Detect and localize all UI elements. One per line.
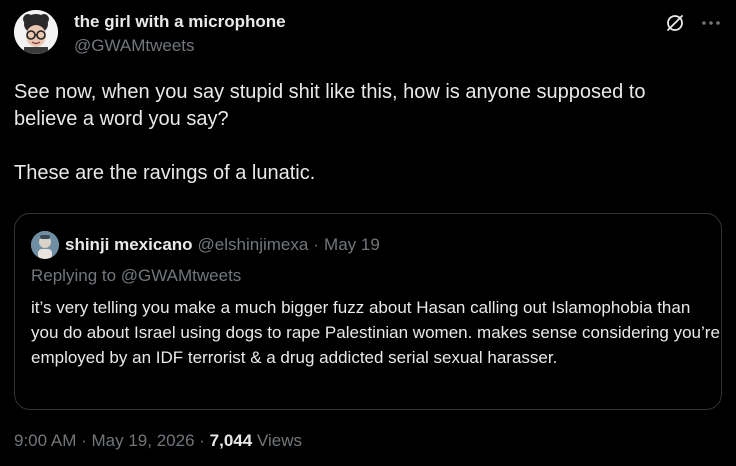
quoted-tweet[interactable]: shinji mexicano @elshinjimexa · May 19 R… bbox=[14, 213, 722, 410]
author-handle[interactable]: @GWAMtweets bbox=[74, 35, 286, 57]
quoted-avatar-image bbox=[31, 231, 59, 259]
quoted-avatar bbox=[31, 231, 59, 259]
quoted-date: May 19 bbox=[324, 235, 380, 254]
quoted-separator: · bbox=[313, 235, 320, 254]
tweet-paragraph: See now, when you say stupid shit like t… bbox=[14, 81, 646, 130]
author-avatar-image bbox=[14, 10, 58, 54]
grok-slash-icon[interactable] bbox=[664, 12, 686, 34]
tweet-paragraph: These are the ravings of a lunatic. bbox=[14, 162, 316, 184]
views-count: 7,044 bbox=[209, 431, 253, 450]
author-avatar[interactable] bbox=[14, 10, 58, 54]
tweet: the girl with a microphone @GWAMtweets S… bbox=[0, 0, 736, 466]
tweet-meta: 9:00 AM · May 19, 2026 · 7,044 Views bbox=[14, 431, 302, 451]
views-label: Views bbox=[256, 431, 302, 450]
tweet-date[interactable]: May 19, 2026 bbox=[92, 431, 195, 450]
quoted-header: shinji mexicano @elshinjimexa · May 19 bbox=[31, 231, 380, 259]
quoted-display-name: shinji mexicano bbox=[65, 235, 193, 254]
tweet-text: See now, when you say stupid shit like t… bbox=[14, 79, 714, 187]
meta-separator: · bbox=[81, 431, 87, 450]
author-block: the girl with a microphone @GWAMtweets bbox=[74, 11, 286, 57]
quoted-handle: @elshinjimexa bbox=[197, 235, 309, 254]
quoted-text: it’s very telling you make a much bigger… bbox=[31, 298, 720, 367]
quoted-replying-to: Replying to @GWAMtweets bbox=[31, 266, 242, 285]
tweet-time[interactable]: 9:00 AM bbox=[14, 431, 76, 450]
more-dots-icon[interactable] bbox=[700, 12, 722, 34]
meta-separator: · bbox=[199, 431, 205, 450]
author-display-name[interactable]: the girl with a microphone bbox=[74, 11, 286, 33]
tweet-top-actions bbox=[664, 12, 722, 34]
